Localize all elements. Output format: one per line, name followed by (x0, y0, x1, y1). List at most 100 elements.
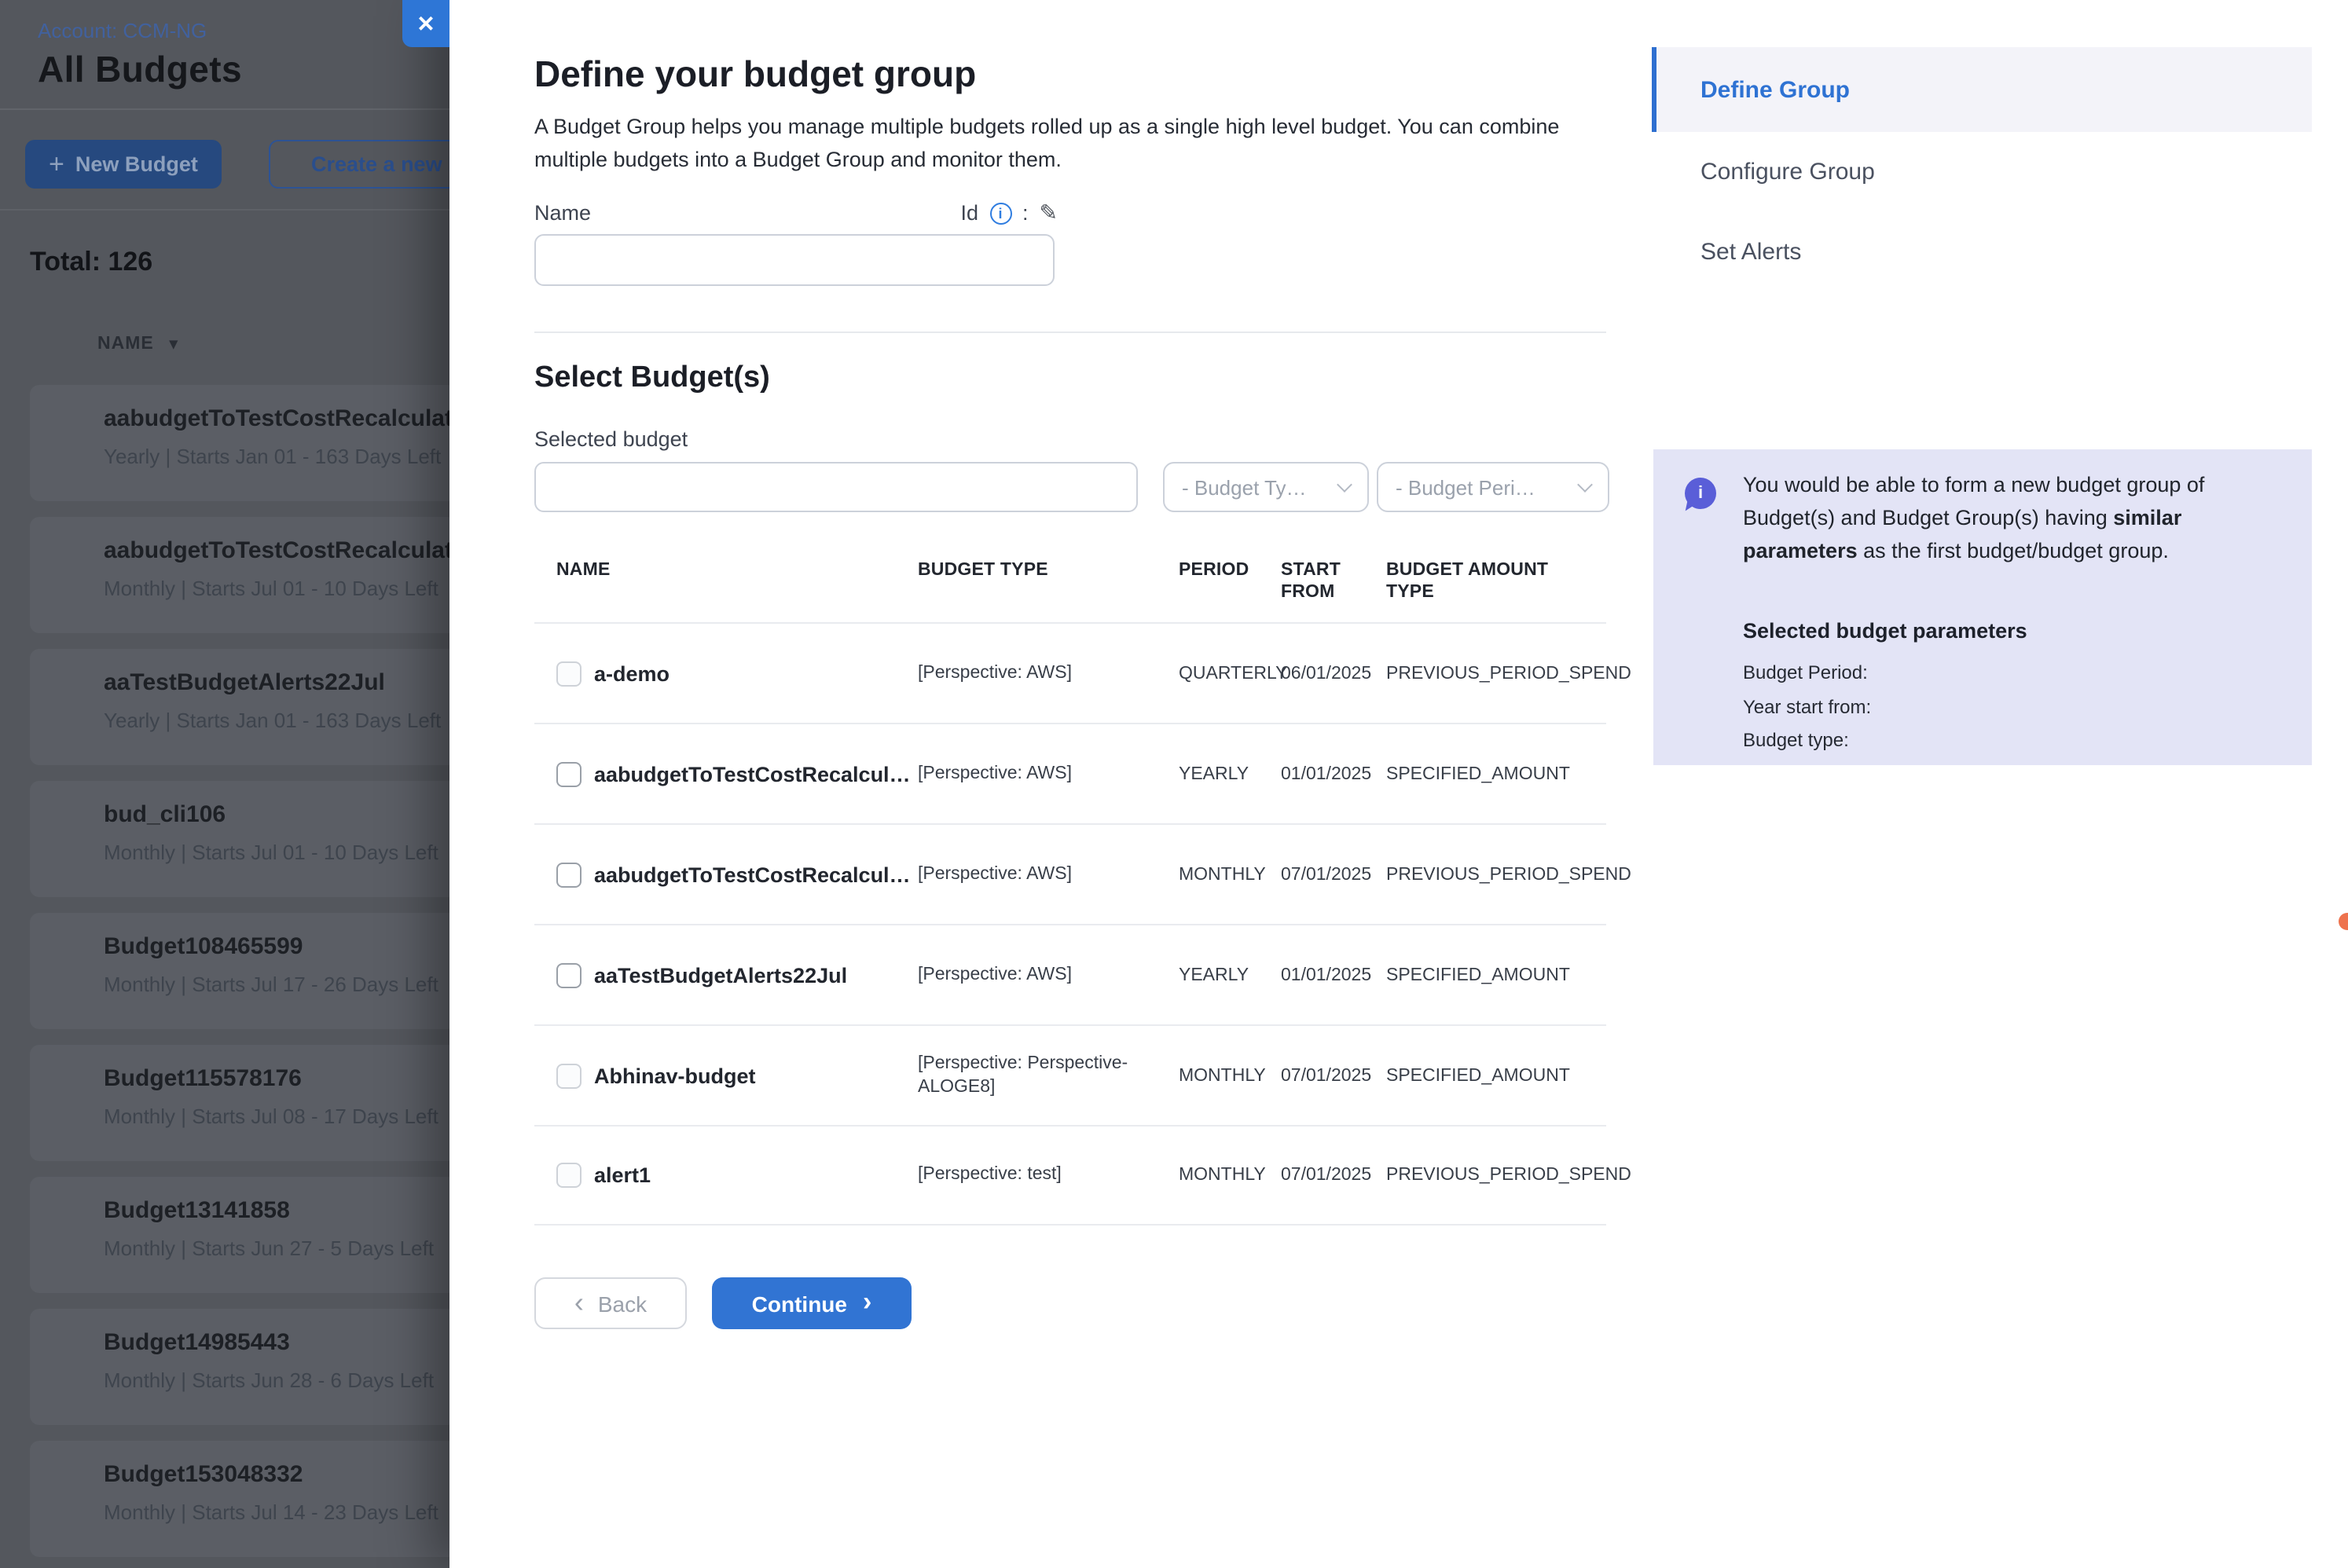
cell-start-from: 07/01/2025 (1281, 1166, 1371, 1185)
id-label: Id (960, 201, 978, 225)
row-checkbox[interactable] (556, 761, 581, 786)
step-label: Define Group (1700, 76, 1850, 103)
section-divider (534, 332, 1606, 333)
cell-budget-type: [Perspective: AWS] (918, 963, 1157, 987)
chevron-right-icon: › (863, 1288, 871, 1315)
chevron-down-icon (1577, 476, 1593, 492)
table-row[interactable]: alert1 [Perspective: test] MONTHLY 07/01… (534, 1125, 1606, 1225)
table-row[interactable]: aabudgetToTestCostRecalcul… [Perspective… (534, 723, 1606, 823)
budget-meta: Monthly | Starts Jul 01 - 10 Days Left (104, 577, 438, 600)
cell-start-from: 07/01/2025 (1281, 865, 1371, 884)
cell-start-from: 01/01/2025 (1281, 764, 1371, 783)
budget-meta: Yearly | Starts Jan 01 - 163 Days Left (104, 709, 441, 732)
cell-budget-type: [Perspective: AWS] (918, 863, 1157, 886)
stepper-item-configure-group[interactable]: Configure Group (1700, 159, 1875, 185)
budget-meta: Monthly | Starts Jul 08 - 17 Days Left (104, 1105, 438, 1128)
stepper-item-set-alerts[interactable]: Set Alerts (1700, 239, 1801, 266)
info-icon[interactable]: i (989, 202, 1011, 224)
cell-amount-type: SPECIFIED_AMOUNT (1386, 965, 1570, 984)
table-row[interactable]: Abhinav-budget [Perspective: Perspective… (534, 1024, 1606, 1125)
budget-period-select[interactable]: - Budget Peri… (1377, 462, 1609, 512)
cell-budget-type: [Perspective: AWS] (918, 762, 1157, 786)
row-checkbox[interactable] (556, 1163, 581, 1188)
row-checkbox[interactable] (556, 962, 581, 987)
page-title: All Budgets (38, 49, 242, 91)
close-icon: ✕ (416, 10, 435, 37)
budget-name: Budget108465599 (104, 933, 303, 960)
budget-list-item[interactable]: aaTestBudgetAlerts22Jul Yearly | Starts … (30, 649, 457, 765)
sort-caret-icon: ▾ (170, 335, 178, 353)
modal-description: A Budget Group helps you manage multiple… (534, 112, 1627, 176)
back-button[interactable]: ‹ Back (534, 1277, 687, 1329)
budget-name: aabudgetToTestCostRecalculation2 (104, 537, 457, 564)
cell-budget-type: [Perspective: Perspective-ALOGE8] (918, 1052, 1157, 1099)
budget-meta: Monthly | Starts Jul 01 - 10 Days Left (104, 841, 438, 864)
budget-name: aaTestBudgetAlerts22Jul (104, 669, 385, 696)
cell-budget-type: [Perspective: AWS] (918, 661, 1157, 685)
list-header-label: NAME (97, 335, 154, 354)
group-name-input[interactable] (534, 234, 1055, 286)
budget-list-item[interactable]: aabudgetToTestCostRecalculation2 Monthly… (30, 517, 457, 633)
budget-list-item[interactable]: Budget108465599 Monthly | Starts Jul 17 … (30, 913, 457, 1029)
chevron-down-icon (1337, 476, 1352, 492)
param-year-start-from: Year start from: (1743, 696, 1871, 718)
budget-meta: Yearly | Starts Jan 01 - 163 Days Left (104, 445, 441, 468)
info-text-post: as the first budget/budget group. (1858, 539, 2169, 562)
continue-button[interactable]: Continue › (712, 1277, 912, 1329)
cell-name: a-demo (594, 661, 670, 685)
cell-amount-type: PREVIOUS_PERIOD_SPEND (1386, 664, 1631, 683)
new-budget-label: New Budget (75, 152, 198, 176)
col-header-amount-type: BUDGET AMOUNT TYPE (1386, 559, 1553, 603)
budget-list-item[interactable]: Budget13141858 Monthly | Starts Jun 27 -… (30, 1177, 457, 1293)
cell-amount-type: SPECIFIED_AMOUNT (1386, 764, 1570, 783)
budget-meta: Monthly | Starts Jun 28 - 6 Days Left (104, 1368, 434, 1392)
budget-meta: Monthly | Starts Jul 17 - 26 Days Left (104, 973, 438, 996)
budget-name: Budget14985443 (104, 1329, 290, 1356)
budget-list-item[interactable]: Budget14985443 Monthly | Starts Jun 28 -… (30, 1309, 457, 1425)
back-label: Back (598, 1291, 647, 1316)
account-breadcrumb[interactable]: Account: CCM-NG (38, 19, 207, 42)
cell-name: Abhinav-budget (594, 1064, 756, 1087)
define-group-step-content: Define your budget group A Budget Group … (534, 0, 1691, 1568)
budget-type-select[interactable]: - Budget Ty… (1163, 462, 1369, 512)
list-sort-header[interactable]: NAME ▾ (97, 335, 178, 354)
budget-type-select-value: - Budget Ty… (1182, 475, 1307, 499)
cell-amount-type: PREVIOUS_PERIOD_SPEND (1386, 1166, 1631, 1185)
new-budget-button[interactable]: + New Budget (25, 140, 222, 189)
cell-name: alert1 (594, 1163, 651, 1187)
cell-amount-type: PREVIOUS_PERIOD_SPEND (1386, 865, 1631, 884)
modal-title: Define your budget group (534, 53, 976, 96)
budget-period-select-value: - Budget Peri… (1396, 475, 1535, 499)
cell-period: YEARLY (1179, 764, 1249, 783)
budget-list-item[interactable]: bud_cli106 Monthly | Starts Jul 01 - 10 … (30, 781, 457, 897)
stepper-item-define-group-active[interactable]: Define Group (1652, 47, 2312, 132)
close-button[interactable]: ✕ (402, 0, 449, 47)
chevron-left-icon: ‹ (574, 1288, 584, 1316)
screen: Account: CCM-NG All Budgets + New Budget… (0, 0, 2348, 1568)
budget-meta: Monthly | Starts Jul 14 - 23 Days Left (104, 1500, 438, 1524)
cell-period: MONTHLY (1179, 1166, 1266, 1185)
edit-pencil-icon[interactable]: ✎ (1040, 200, 1058, 226)
budget-name: Budget115578176 (104, 1065, 302, 1092)
budget-search-input[interactable] (534, 462, 1138, 512)
budget-list-item[interactable]: aabudgetToTestCostRecalculation1 Yearly … (30, 385, 457, 501)
selected-budget-label: Selected budget (534, 427, 688, 451)
table-row[interactable]: aabudgetToTestCostRecalcul… [Perspective… (534, 823, 1606, 924)
cell-name: aabudgetToTestCostRecalcul… (594, 762, 911, 786)
row-checkbox[interactable] (556, 862, 581, 887)
plus-icon: + (49, 150, 64, 177)
param-budget-type: Budget type: (1743, 729, 1849, 751)
cell-period: YEARLY (1179, 965, 1249, 984)
row-checkbox[interactable] (556, 661, 581, 686)
budget-list-item[interactable]: Budget153048332 Monthly | Starts Jul 14 … (30, 1441, 457, 1557)
budget-list-item[interactable]: Budget115578176 Monthly | Starts Jul 08 … (30, 1045, 457, 1161)
budget-meta: Monthly | Starts Jun 27 - 5 Days Left (104, 1236, 434, 1260)
table-row[interactable]: a-demo [Perspective: AWS] QUARTERLY 06/0… (534, 622, 1606, 723)
table-row[interactable]: aaTestBudgetAlerts22Jul [Perspective: AW… (534, 924, 1606, 1024)
cell-name: aabudgetToTestCostRecalcul… (594, 863, 911, 886)
id-cluster: Id i : ✎ (960, 200, 1058, 226)
row-checkbox[interactable] (556, 1063, 581, 1088)
total-count: Total: 126 (30, 247, 152, 278)
cell-amount-type: SPECIFIED_AMOUNT (1386, 1066, 1570, 1085)
cell-period: MONTHLY (1179, 1066, 1266, 1085)
